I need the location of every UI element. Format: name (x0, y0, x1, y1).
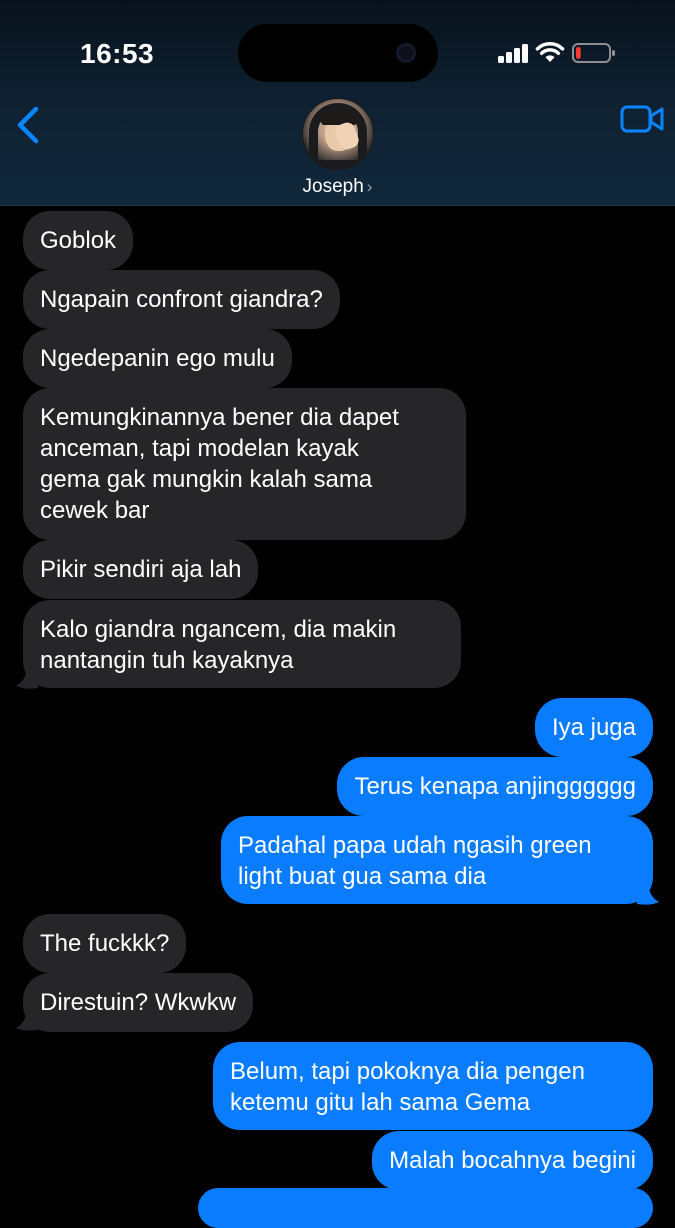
battery-low-icon (572, 43, 615, 63)
dynamic-island (238, 24, 438, 82)
message-bubble-incoming[interactable]: Kalo giandra ngancem, dia makin nantangi… (23, 600, 461, 688)
message-bubble-incoming[interactable]: Goblok (23, 211, 134, 270)
message-bubble-incoming[interactable]: Ngedepanin ego mulu (23, 329, 292, 388)
message-bubble-outgoing[interactable]: Malah bocahnya begini (372, 1131, 653, 1190)
message-bubble-outgoing[interactable]: Belum, tapi pokoknya dia pengen ketemu g… (213, 1042, 653, 1130)
message-bubble-outgoing[interactable]: Padahal papa udah ngasih green light bua… (221, 816, 653, 904)
bubble-tail (637, 886, 659, 905)
message-bubble-incoming[interactable]: Ngapain confront giandra? (23, 270, 340, 329)
message-bubble-incoming[interactable]: Kemungkinannya bener dia dapet anceman, … (23, 388, 466, 540)
contact-avatar[interactable] (302, 98, 374, 170)
chat-header: 16:53 Joseph › (0, 0, 675, 206)
cellular-signal-icon (498, 43, 530, 63)
message-bubble-incoming[interactable]: Direstuin? Wkwkw (23, 973, 254, 1032)
wifi-icon (535, 42, 565, 62)
chevron-right-icon: › (366, 177, 373, 196)
back-chevron-icon[interactable] (10, 103, 50, 147)
message-bubble-outgoing-partial[interactable] (198, 1188, 653, 1228)
video-call-icon[interactable] (620, 103, 664, 135)
message-bubble-outgoing[interactable]: Iya juga (534, 698, 653, 757)
message-bubble-incoming[interactable]: Pikir sendiri aja lah (23, 540, 259, 599)
message-bubble-outgoing[interactable]: Terus kenapa anjingggggg (337, 757, 653, 816)
status-time: 16:53 (80, 38, 155, 69)
front-camera (396, 43, 416, 63)
bubble-tail (16, 670, 38, 689)
contact-name: Joseph (302, 176, 364, 197)
bubble-tail (16, 1012, 38, 1031)
contact-name-button[interactable]: Joseph › (0, 176, 675, 198)
message-bubble-incoming[interactable]: The fuckkk? (23, 914, 187, 973)
